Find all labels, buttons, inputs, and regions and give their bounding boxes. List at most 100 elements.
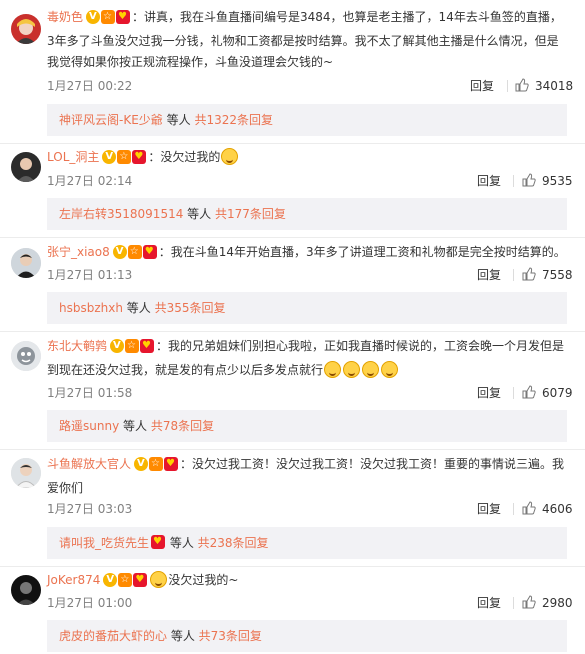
member-red-badge-icon[interactable] — [151, 535, 166, 549]
avatar[interactable] — [11, 341, 41, 371]
reply-preview[interactable]: 虎皮的番茄大虾的心 等人 共73条回复 — [47, 620, 567, 652]
reply-user-link[interactable]: 左岸右转3518091514 — [59, 207, 183, 221]
divider — [0, 566, 585, 567]
reply-count-link[interactable]: 共1322条回复 — [194, 113, 273, 127]
comment-text-block: LOL_洞主 ：没欠过我的 — [47, 147, 567, 171]
member-red-badge-icon[interactable] — [116, 10, 131, 24]
username-link[interactable]: JoKer874 — [47, 573, 100, 587]
grin-emoji-icon — [381, 361, 399, 378]
timestamp: 1月27日 02:14 — [47, 174, 133, 188]
comment-text-block: 张宁_xiao8 ：我在斗鱼14年开始直播，3年多了讲道理工资和礼物都是完全按时结… — [47, 242, 567, 266]
reply-mid-text: 等人 — [166, 536, 198, 550]
username-link[interactable]: 毒奶色 — [47, 10, 83, 24]
avatar[interactable] — [11, 14, 41, 44]
grin-emoji-icon — [221, 148, 239, 165]
timestamp: 1月27日 03:03 — [47, 502, 133, 516]
thumbs-up-icon — [515, 78, 529, 92]
comment-meta: 1月27日 02:14 回复 9535 — [47, 171, 573, 191]
thumbs-up-icon — [522, 173, 536, 187]
reply-user-link[interactable]: 路遥sunny — [59, 419, 119, 433]
comment-meta: 1月27日 01:58 回复 6079 — [47, 383, 573, 403]
level-badge-icon[interactable] — [117, 150, 132, 164]
grin-emoji-icon — [362, 361, 380, 378]
like-count: 9535 — [542, 174, 573, 188]
badges — [112, 245, 158, 266]
username-link[interactable]: 东北大鹌鹑 — [47, 339, 107, 353]
reply-button[interactable]: 回复 — [477, 383, 501, 403]
comment-text-block: 斗鱼解放大官人：没欠过我工资！没欠过我工资！没欠过我工资！重要的事情说三遍。我爱… — [47, 454, 567, 499]
username-link[interactable]: LOL_洞主 — [47, 150, 99, 164]
reply-count-link[interactable]: 共177条回复 — [215, 207, 286, 221]
badges — [102, 150, 147, 171]
username-link[interactable]: 张宁_xiao8 — [47, 245, 110, 259]
reply-preview[interactable]: 请叫我_吃货先生 等人 共238条回复 — [47, 527, 567, 559]
reply-preview[interactable]: 神评风云阁-KE少爺 等人 共1322条回复 — [47, 104, 567, 136]
comment-text: 没欠过我的~ — [168, 573, 239, 587]
verified-v-icon[interactable] — [134, 457, 149, 471]
level-badge-icon[interactable] — [118, 573, 133, 587]
reply-mid-text: 等人 — [162, 113, 195, 127]
verified-v-icon[interactable] — [112, 245, 127, 259]
thumbs-up-icon — [522, 385, 536, 399]
verified-v-icon[interactable] — [102, 150, 117, 164]
divider — [513, 387, 514, 399]
reply-button[interactable]: 回复 — [477, 265, 501, 285]
comment-text-block: 毒奶色：讲真，我在斗鱼直播间编号是3484，也算是老主播了，14年去斗鱼签的直播… — [47, 7, 567, 73]
divider — [0, 237, 585, 238]
reply-count-link[interactable]: 共78条回复 — [151, 419, 214, 433]
divider — [0, 449, 585, 450]
avatar[interactable] — [11, 575, 41, 605]
reply-preview[interactable]: 左岸右转3518091514 等人 共177条回复 — [47, 198, 567, 230]
timestamp: 1月27日 00:22 — [47, 79, 133, 93]
reply-mid-text: 等人 — [183, 207, 215, 221]
reply-button[interactable]: 回复 — [477, 499, 501, 519]
reply-button[interactable]: 回复 — [477, 171, 501, 191]
avatar[interactable] — [11, 152, 41, 182]
comment-text-block: JoKer874 没欠过我的~ — [47, 570, 567, 594]
reply-button[interactable]: 回复 — [477, 593, 501, 613]
avatar[interactable] — [11, 248, 41, 278]
divider — [0, 143, 585, 144]
level-badge-icon[interactable] — [127, 245, 142, 259]
member-red-badge-icon[interactable] — [132, 150, 147, 164]
reply-user-link[interactable]: 请叫我_吃货先生 — [59, 536, 149, 550]
reply-preview[interactable]: hsbsbzhxh 等人 共355条回复 — [47, 292, 567, 324]
reply-mid-text: 等人 — [122, 301, 155, 315]
verified-v-icon[interactable] — [86, 10, 101, 24]
level-badge-icon[interactable] — [125, 339, 140, 353]
like-count: 7558 — [542, 268, 573, 282]
divider — [513, 597, 514, 609]
badges — [103, 573, 148, 594]
reply-user-link[interactable]: hsbsbzhxh — [59, 301, 123, 315]
like-count: 34018 — [535, 79, 574, 93]
divider — [0, 331, 585, 332]
reply-user-link[interactable]: 神评风云阁-KE少爺 — [59, 113, 163, 127]
badges — [110, 339, 155, 360]
comment-text: ：我在斗鱼14年开始直播，3年多了讲道理工资和礼物都是完全按时结算的。 — [158, 245, 566, 259]
member-red-badge-icon[interactable] — [133, 573, 148, 587]
grin-emoji-icon — [150, 571, 168, 588]
like-count: 2980 — [542, 596, 573, 610]
reply-count-link[interactable]: 共73条回复 — [199, 629, 262, 643]
timestamp: 1月27日 01:58 — [47, 386, 133, 400]
reply-count-link[interactable]: 共238条回复 — [198, 536, 269, 550]
reply-user-link[interactable]: 虎皮的番茄大虾的心 — [59, 629, 167, 643]
reply-preview[interactable]: 路遥sunny 等人 共78条回复 — [47, 410, 567, 442]
member-red-badge-icon[interactable] — [142, 245, 157, 259]
reply-button[interactable]: 回复 — [470, 76, 494, 96]
avatar[interactable] — [11, 458, 41, 488]
level-badge-icon[interactable] — [101, 10, 116, 24]
divider — [507, 80, 508, 92]
reply-mid-text: 等人 — [167, 629, 199, 643]
like-count: 4606 — [542, 502, 573, 516]
username-link[interactable]: 斗鱼解放大官人 — [47, 457, 131, 471]
badges — [134, 457, 179, 478]
member-red-badge-icon[interactable] — [164, 457, 179, 471]
reply-count-link[interactable]: 共355条回复 — [155, 301, 226, 315]
verified-v-icon[interactable] — [110, 339, 125, 353]
like-count: 6079 — [542, 386, 573, 400]
level-badge-icon[interactable] — [149, 457, 164, 471]
verified-v-icon[interactable] — [103, 573, 118, 587]
comment-meta: 1月27日 01:13 回复 7558 — [47, 265, 573, 285]
member-red-badge-icon[interactable] — [140, 339, 155, 353]
